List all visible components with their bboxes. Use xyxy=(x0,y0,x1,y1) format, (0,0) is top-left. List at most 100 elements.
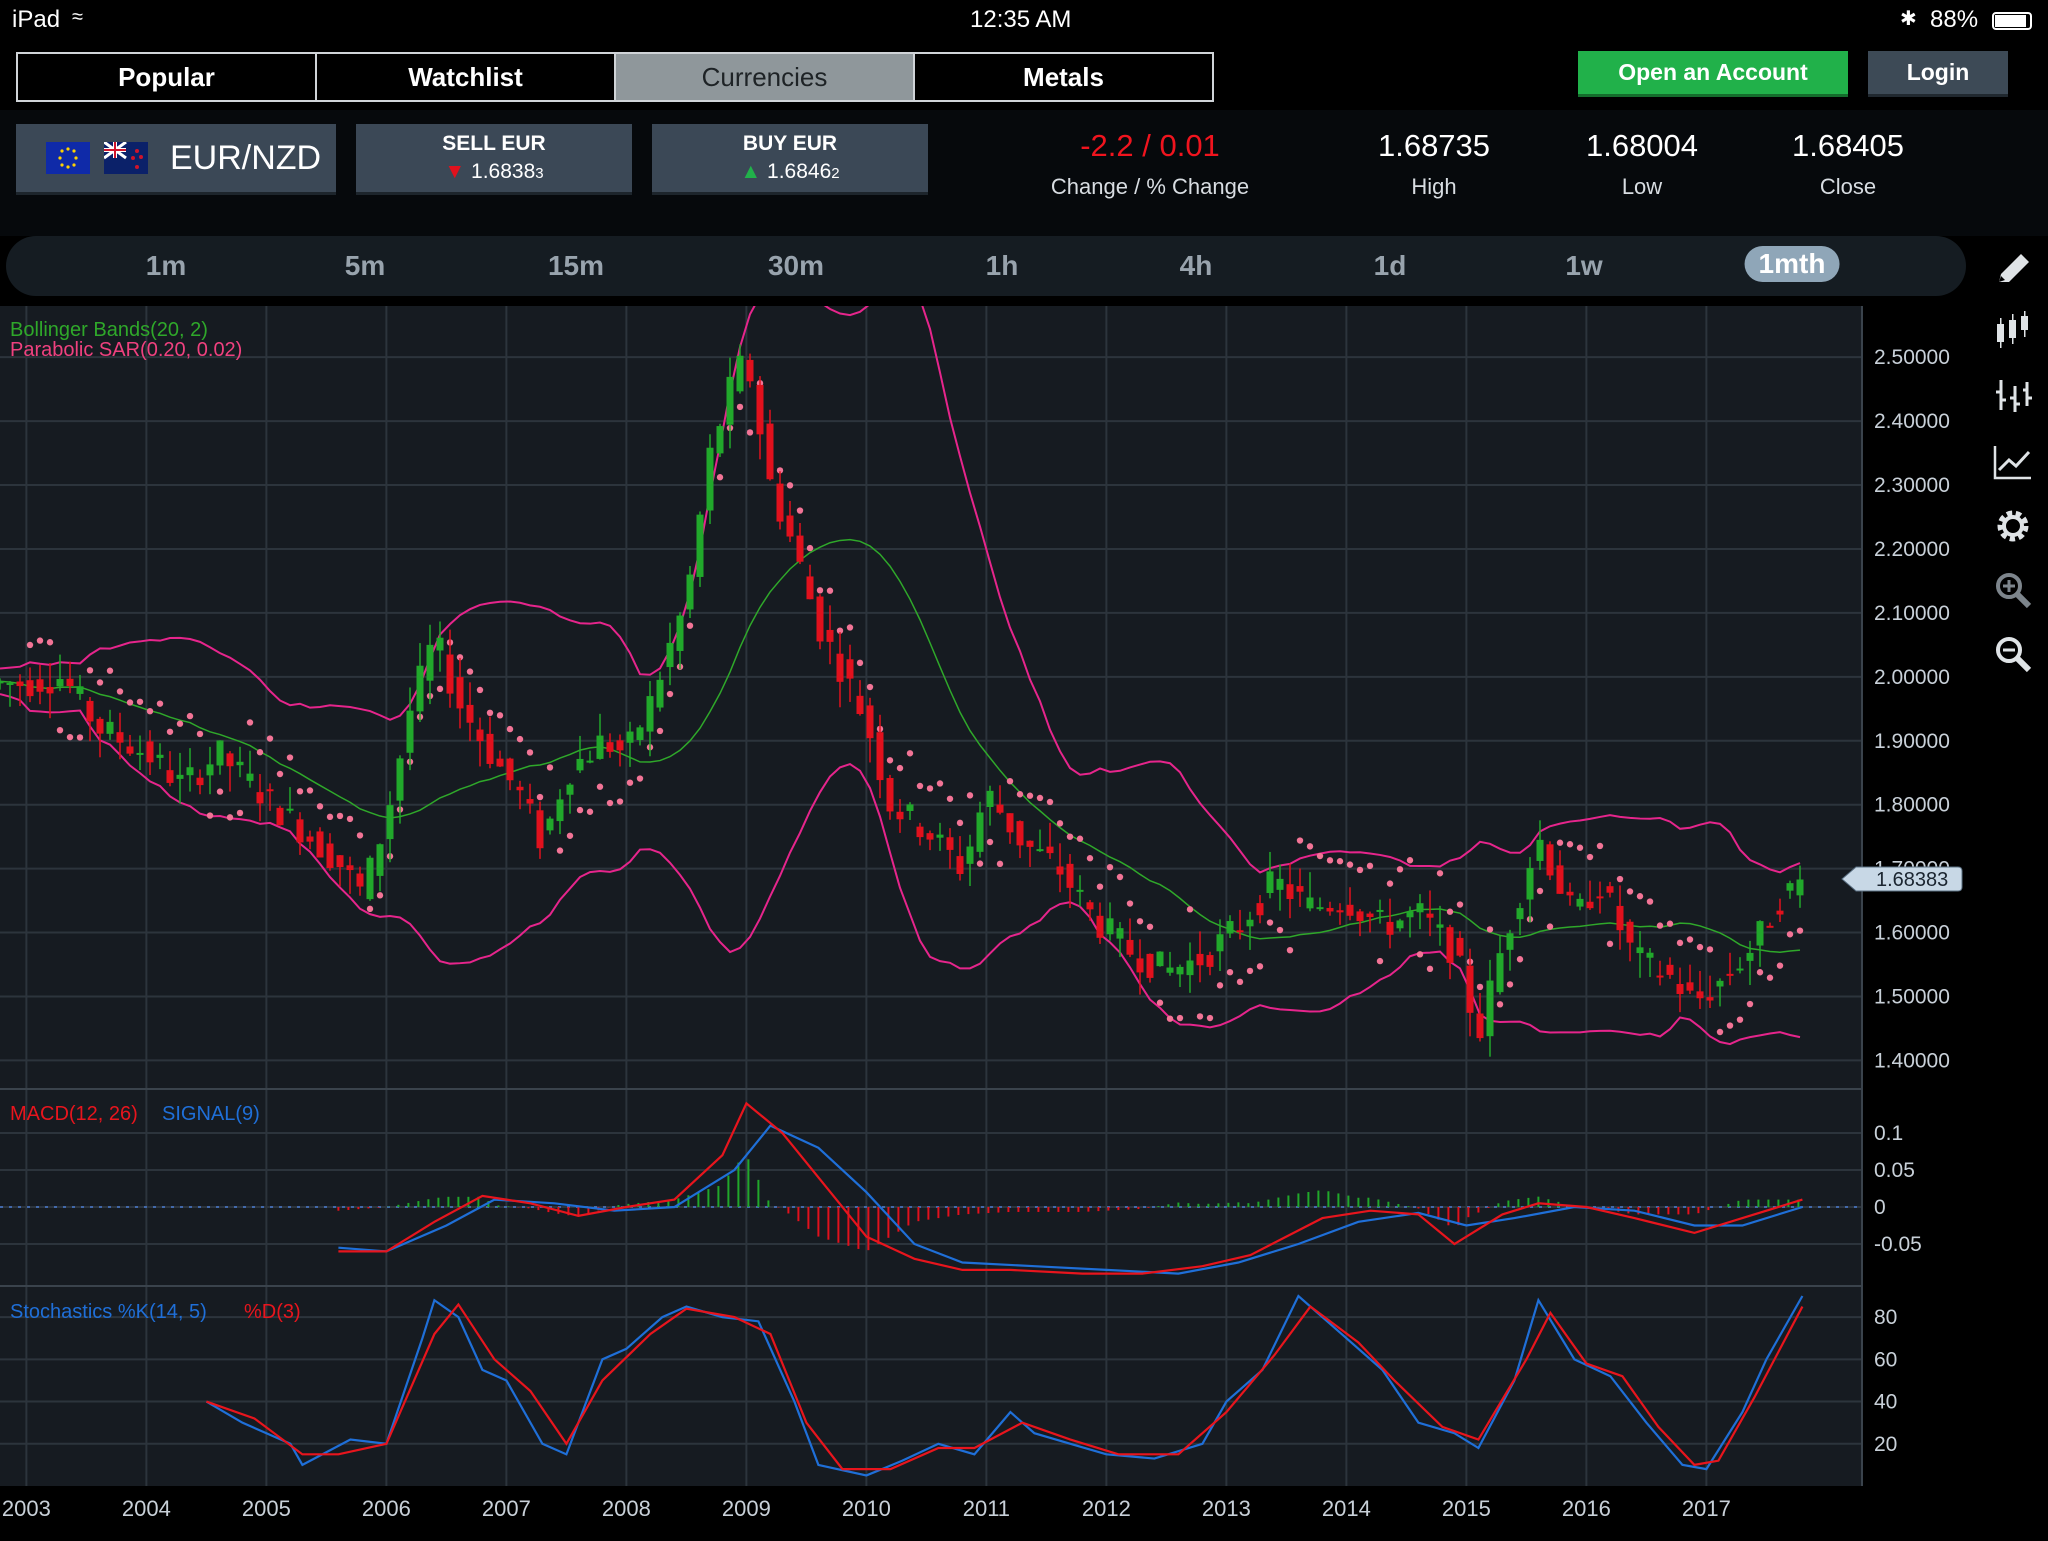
candle-body xyxy=(1556,865,1564,894)
sar-dot xyxy=(206,812,214,819)
sar-dot xyxy=(1716,1028,1724,1036)
timeframe-1mth[interactable]: 1mth xyxy=(1744,246,1840,282)
sar-dot xyxy=(506,725,514,733)
sar-dot xyxy=(536,793,544,801)
timeframe-4h[interactable]: 4h xyxy=(1180,250,1213,282)
tab-metals[interactable]: Metals xyxy=(915,54,1212,100)
sar-dot xyxy=(1666,920,1674,927)
sar-dot xyxy=(1786,931,1794,938)
timeframe-1h[interactable]: 1h xyxy=(986,250,1019,282)
sar-dot xyxy=(856,659,864,667)
sell-button[interactable]: SELL EUR ▼ 1.68383 xyxy=(356,124,632,192)
up-arrow-icon: ▲ xyxy=(740,160,762,183)
sar-dot xyxy=(1256,963,1264,970)
y-tick-label: 2.20000 xyxy=(1874,538,1950,561)
candle-body xyxy=(486,733,494,764)
candle-body xyxy=(676,615,684,651)
candle-body xyxy=(506,758,514,781)
sar-dot xyxy=(216,788,224,795)
candle-body xyxy=(976,812,984,852)
candle-body xyxy=(26,680,34,697)
sar-dot xyxy=(686,622,694,629)
sar-dot xyxy=(1056,820,1064,827)
sar-dot xyxy=(1136,918,1144,925)
sar-dot xyxy=(916,782,924,790)
tab-currencies[interactable]: Currencies xyxy=(616,54,915,100)
buy-price: 1.6846 xyxy=(767,160,832,183)
candle-body xyxy=(806,576,814,600)
sar-dot xyxy=(106,667,114,674)
candle-body xyxy=(1306,897,1314,909)
candle-body xyxy=(1666,964,1674,975)
macd-tick-label: 0.1 xyxy=(1874,1122,1903,1145)
sar-dot xyxy=(1196,1013,1204,1020)
sar-dot xyxy=(266,735,274,742)
sar-dot xyxy=(746,429,754,436)
price-chart[interactable]: 2003 2004 2005 2006 2007 2008 2009 2010 2011 2012… xyxy=(0,273,2048,1536)
login-button[interactable]: Login xyxy=(1868,51,2008,94)
sar-dot xyxy=(326,813,334,821)
sar-dot xyxy=(1636,893,1644,900)
sar-dot xyxy=(436,685,444,693)
nz-flag-icon xyxy=(103,140,148,174)
x-tick-label: 2008 xyxy=(602,1496,651,1521)
sar-dot xyxy=(1206,1014,1214,1022)
sell-label: SELL EUR xyxy=(442,132,546,155)
sar-dot xyxy=(516,735,524,743)
wifi-icon: ≈ xyxy=(72,6,83,28)
sar-dot xyxy=(1076,835,1084,842)
open-account-button[interactable]: Open an Account xyxy=(1578,51,1848,94)
candle-body xyxy=(546,818,554,831)
candle-body xyxy=(1686,982,1694,991)
sar-dot xyxy=(1236,978,1244,986)
x-tick-label: 2016 xyxy=(1562,1496,1611,1521)
candle-body xyxy=(886,778,894,812)
candle-body xyxy=(636,727,644,741)
instrument-selector[interactable]: EUR/NZD xyxy=(16,124,336,192)
candle-body xyxy=(1046,846,1054,854)
timeframe-1w[interactable]: 1w xyxy=(1565,250,1602,282)
candle-body xyxy=(156,754,164,758)
candle-body xyxy=(1596,896,1604,899)
timeframe-1d[interactable]: 1d xyxy=(1374,250,1407,282)
timeframe-30m[interactable]: 30m xyxy=(768,250,824,282)
sar-dot xyxy=(1446,908,1454,915)
candle-body xyxy=(746,359,754,382)
x-tick-label: 2017 xyxy=(1682,1496,1731,1521)
eu-flag-icon xyxy=(46,142,90,174)
candle-body xyxy=(1456,937,1464,956)
sar-dot xyxy=(356,832,364,839)
candle-body xyxy=(1086,902,1094,910)
sar-dot xyxy=(1286,946,1294,954)
candle-body xyxy=(916,826,924,838)
buy-label: BUY EUR xyxy=(742,132,838,155)
sar-dot xyxy=(606,799,614,807)
low-value: 1.68004 xyxy=(1585,128,1699,163)
sar-dot xyxy=(886,757,894,764)
pencil-icon[interactable] xyxy=(1993,250,2033,290)
sar-dot xyxy=(1566,841,1574,848)
timeframe-5m[interactable]: 5m xyxy=(345,250,385,282)
y-tick-label: 2.40000 xyxy=(1874,410,1950,433)
candle-body xyxy=(706,447,714,511)
tab-watchlist[interactable]: Watchlist xyxy=(317,54,616,100)
sar-dot xyxy=(1456,901,1464,908)
candle-body xyxy=(1196,953,1204,966)
sar-dot xyxy=(556,847,564,854)
sar-dot xyxy=(1246,967,1254,975)
tab-popular[interactable]: Popular xyxy=(18,54,317,100)
candle-body xyxy=(1166,967,1174,973)
sar-dot xyxy=(186,712,194,720)
sar-dot xyxy=(616,798,624,805)
sar-dot xyxy=(1586,853,1594,861)
candle-body xyxy=(596,735,604,759)
y-tick-label: 1.50000 xyxy=(1874,985,1950,1008)
buy-button[interactable]: BUY EUR ▲ 1.68462 xyxy=(652,124,928,192)
chart-canvas[interactable]: 2003 2004 2005 2006 2007 2008 2009 2010 2011 2012… xyxy=(0,273,1968,1536)
candle-body xyxy=(1056,866,1064,875)
timeframe-15m[interactable]: 15m xyxy=(548,250,604,282)
y-tick-label: 1.60000 xyxy=(1874,922,1950,945)
timeframe-1m[interactable]: 1m xyxy=(146,250,186,282)
sar-dot xyxy=(1086,855,1094,862)
category-tabs: Popular Watchlist Currencies Metals xyxy=(16,52,1214,102)
